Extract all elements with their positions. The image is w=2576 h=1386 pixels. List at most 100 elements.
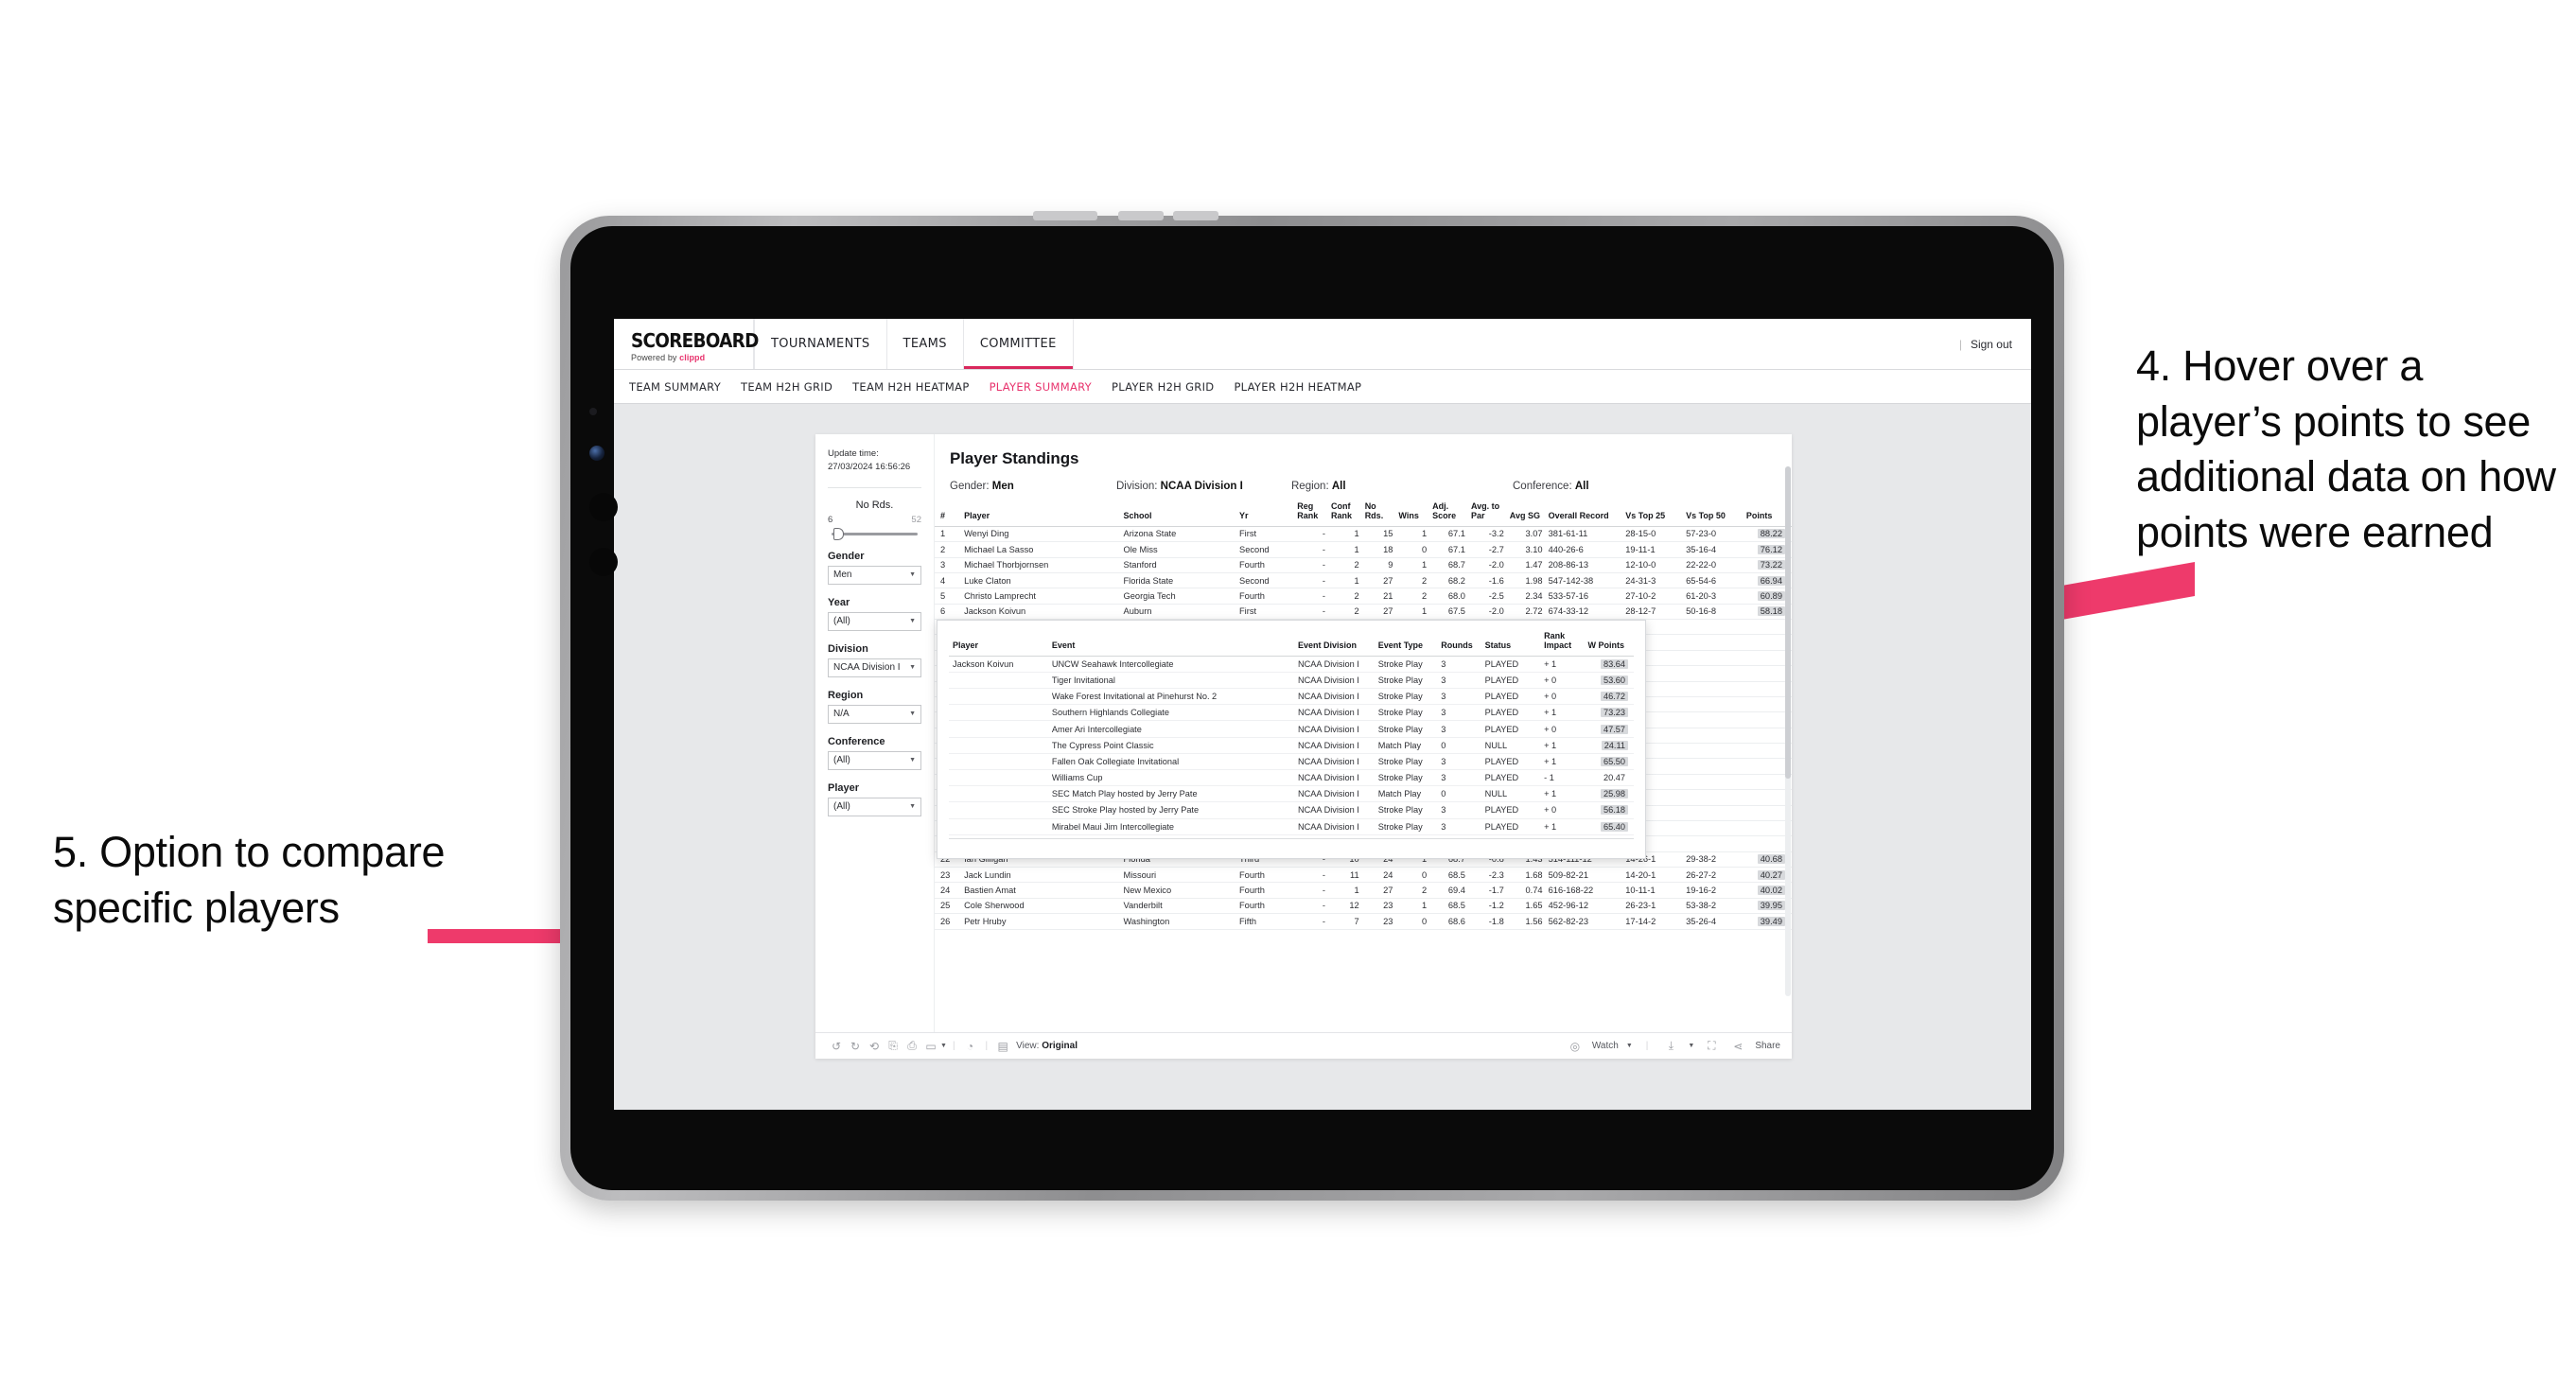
points-value[interactable]: 73.22	[1757, 560, 1785, 570]
table-row[interactable]: 25 Cole Sherwood Vanderbilt Fourth -12 23 1 68.…	[935, 898, 1792, 915]
tab-player-summary[interactable]: PLAYER SUMMARY	[990, 380, 1092, 394]
col-no-rds[interactable]: No Rds.	[1361, 501, 1396, 527]
filter-gender-select[interactable]: Men ▼	[828, 565, 921, 585]
share-icon[interactable]: ⋖	[1728, 1040, 1747, 1053]
filter-conference-select[interactable]: (All) ▼	[828, 750, 921, 770]
filter-divider	[828, 486, 921, 488]
download-icon[interactable]: ⤓	[1661, 1039, 1680, 1053]
col-adj-score[interactable]: Adj. Score	[1429, 501, 1468, 527]
w-points-value: 47.57	[1601, 724, 1628, 734]
table-row[interactable]: 4 Luke Claton Florida State Second -1 27 2 68.2…	[935, 572, 1792, 589]
revert-icon[interactable]: ⟲	[865, 1040, 884, 1053]
sign-out-link[interactable]: Sign out	[1971, 338, 2012, 351]
chevron-down-icon[interactable]: ▼	[940, 1043, 947, 1049]
points-value[interactable]: 40.68	[1757, 854, 1785, 865]
col-player[interactable]: Player	[961, 501, 1121, 527]
col-yr[interactable]: Yr	[1236, 501, 1295, 527]
undo-icon[interactable]: ↺	[827, 1040, 846, 1053]
cell-adj: 67.1	[1429, 541, 1468, 558]
col-conf-rank[interactable]: Conf Rank	[1327, 501, 1362, 527]
workspace: Update time: 27/03/2024 16:56:26 No Rds.…	[614, 404, 2031, 1110]
volume-down-button[interactable]	[1173, 211, 1218, 220]
filter-year-select[interactable]: (All) ▼	[828, 611, 921, 631]
col-rank[interactable]: #	[935, 501, 962, 527]
table-row[interactable]: 26 Petr Hruby Washington Fifth -7 23 0 68.6 -1.8…	[935, 913, 1792, 930]
points-value[interactable]: 88.22	[1757, 529, 1785, 539]
no-rounds-slider[interactable]: No Rds. 6 52	[828, 500, 921, 540]
refresh-icon[interactable]: ⎘	[884, 1039, 902, 1053]
col-vs-top-25[interactable]: Vs Top 25	[1622, 501, 1684, 527]
redo-icon[interactable]: ↻	[846, 1040, 865, 1053]
col-avg-to-par[interactable]: Avg. to Par	[1467, 501, 1507, 527]
scrollbar-thumb[interactable]	[1785, 466, 1791, 779]
table-row[interactable]: 2 Michael La Sasso Ole Miss Second -1 18 0 67.1…	[935, 541, 1792, 558]
power-button[interactable]	[1033, 211, 1097, 220]
col-avg-sg[interactable]: Avg SG	[1506, 501, 1546, 527]
col-vs-top-50[interactable]: Vs Top 50	[1683, 501, 1744, 527]
vertical-scrollbar[interactable]	[1785, 466, 1791, 996]
view-icon[interactable]: ▤	[993, 1040, 1012, 1053]
table-row[interactable]: 3 Michael Thorbjornsen Stanford Fourth -2 9 1 6…	[935, 557, 1792, 573]
tt-cell-impact: + 0	[1540, 801, 1585, 819]
pause-updates-icon[interactable]: ⎙	[902, 1039, 921, 1053]
volume-up-button[interactable]	[1118, 211, 1164, 220]
chevron-down-icon[interactable]: ▼	[1626, 1043, 1633, 1049]
view-original-icon[interactable]: ▭	[921, 1040, 940, 1053]
tt-cell-type: Stroke Play	[1374, 801, 1438, 819]
filter-region-select[interactable]: N/A ▼	[828, 704, 921, 724]
cell-wins: 0	[1395, 913, 1430, 930]
tooltip-row: Fallen Oak Collegiate Invitational NCAA D…	[949, 753, 1634, 771]
tab-team-h2h-grid[interactable]: TEAM H2H GRID	[741, 380, 832, 394]
viz-meta: Gender: Men Division: NCAA Division I Re…	[950, 481, 1792, 492]
cell-rec: 509-82-21	[1545, 867, 1623, 884]
col-wins[interactable]: Wins	[1395, 501, 1430, 527]
points-value[interactable]: 76.12	[1757, 544, 1785, 554]
tab-team-h2h-heatmap[interactable]: TEAM H2H HEATMAP	[852, 380, 969, 394]
fullscreen-icon[interactable]: ⛶	[1702, 1039, 1721, 1053]
cell-t50: 65-54-6	[1683, 572, 1744, 589]
cell-rec: 547-142-38	[1545, 572, 1623, 589]
points-value[interactable]: 58.18	[1757, 606, 1785, 617]
table-row[interactable]: 5 Christo Lamprecht Georgia Tech Fourth -2 21…	[935, 588, 1792, 605]
cell-rank: 2	[935, 541, 962, 558]
table-row[interactable]: 24 Bastien Amat New Mexico Fourth -1 27 2 69.4-…	[935, 882, 1792, 899]
points-value[interactable]: 40.02	[1757, 886, 1785, 896]
meta-gender-label: Gender:	[950, 481, 990, 492]
cell-yr: Fourth	[1236, 898, 1295, 915]
custom-views-icon[interactable]: ◔	[961, 1040, 980, 1053]
tt-cell-type: Stroke Play	[1374, 769, 1438, 787]
tablet-bezel: SCOREBOARD Powered by clippd TOURNAMENTS…	[570, 226, 2054, 1190]
points-value[interactable]: 39.95	[1757, 901, 1785, 911]
table-row[interactable]: 6 Jackson Koivun Auburn First -2 27 1 67.5 -2.0 2…	[935, 604, 1792, 621]
points-value[interactable]: 39.49	[1757, 916, 1785, 926]
tooltip-row: Tiger Invitational NCAA Division I Stroke …	[949, 672, 1634, 690]
watch-icon[interactable]: ◎	[1566, 1040, 1585, 1053]
slider-handle[interactable]	[833, 527, 844, 540]
tab-player-h2h-grid[interactable]: PLAYER H2H GRID	[1112, 380, 1214, 394]
points-value[interactable]: 60.89	[1757, 590, 1785, 601]
table-row[interactable]: 1 Wenyi Ding Arizona State First -1 15 1 67.1 -3…	[935, 526, 1792, 543]
tab-player-h2h-heatmap[interactable]: PLAYER H2H HEATMAP	[1234, 380, 1361, 394]
points-value[interactable]: 40.27	[1757, 869, 1785, 880]
watch-button[interactable]: Watch	[1592, 1041, 1619, 1051]
nav-item-teams[interactable]: TEAMS	[887, 319, 964, 369]
col-overall-record[interactable]: Overall Record	[1545, 501, 1623, 527]
chevron-down-icon[interactable]: ▼	[1688, 1043, 1694, 1049]
account-area: | Sign out	[1959, 319, 2031, 369]
table-row[interactable]: 23 Jack Lundin Missouri Fourth -11 24 0 68.5 -2.…	[935, 867, 1792, 884]
brand-logo[interactable]: SCOREBOARD Powered by clippd	[614, 319, 759, 369]
filter-division-select[interactable]: NCAA Division I ▼	[828, 658, 921, 677]
points-value[interactable]: 66.94	[1757, 575, 1785, 586]
cell-sg: 3.10	[1506, 541, 1546, 558]
col-school[interactable]: School	[1120, 501, 1236, 527]
nav-item-tournaments[interactable]: TOURNAMENTS	[754, 319, 887, 369]
nav-item-committee[interactable]: COMMITTEE	[964, 319, 1074, 369]
share-button[interactable]: Share	[1755, 1041, 1780, 1051]
col-reg-rank[interactable]: Reg Rank	[1294, 501, 1328, 527]
tt-cell-status: PLAYED	[1481, 672, 1541, 690]
cell-school: Vanderbilt	[1120, 898, 1236, 915]
filter-player-select[interactable]: (All) ▼	[828, 797, 921, 816]
tab-team-summary[interactable]: TEAM SUMMARY	[629, 380, 721, 394]
slider-track[interactable]	[832, 527, 918, 540]
tt-cell-type: Stroke Play	[1374, 656, 1438, 673]
